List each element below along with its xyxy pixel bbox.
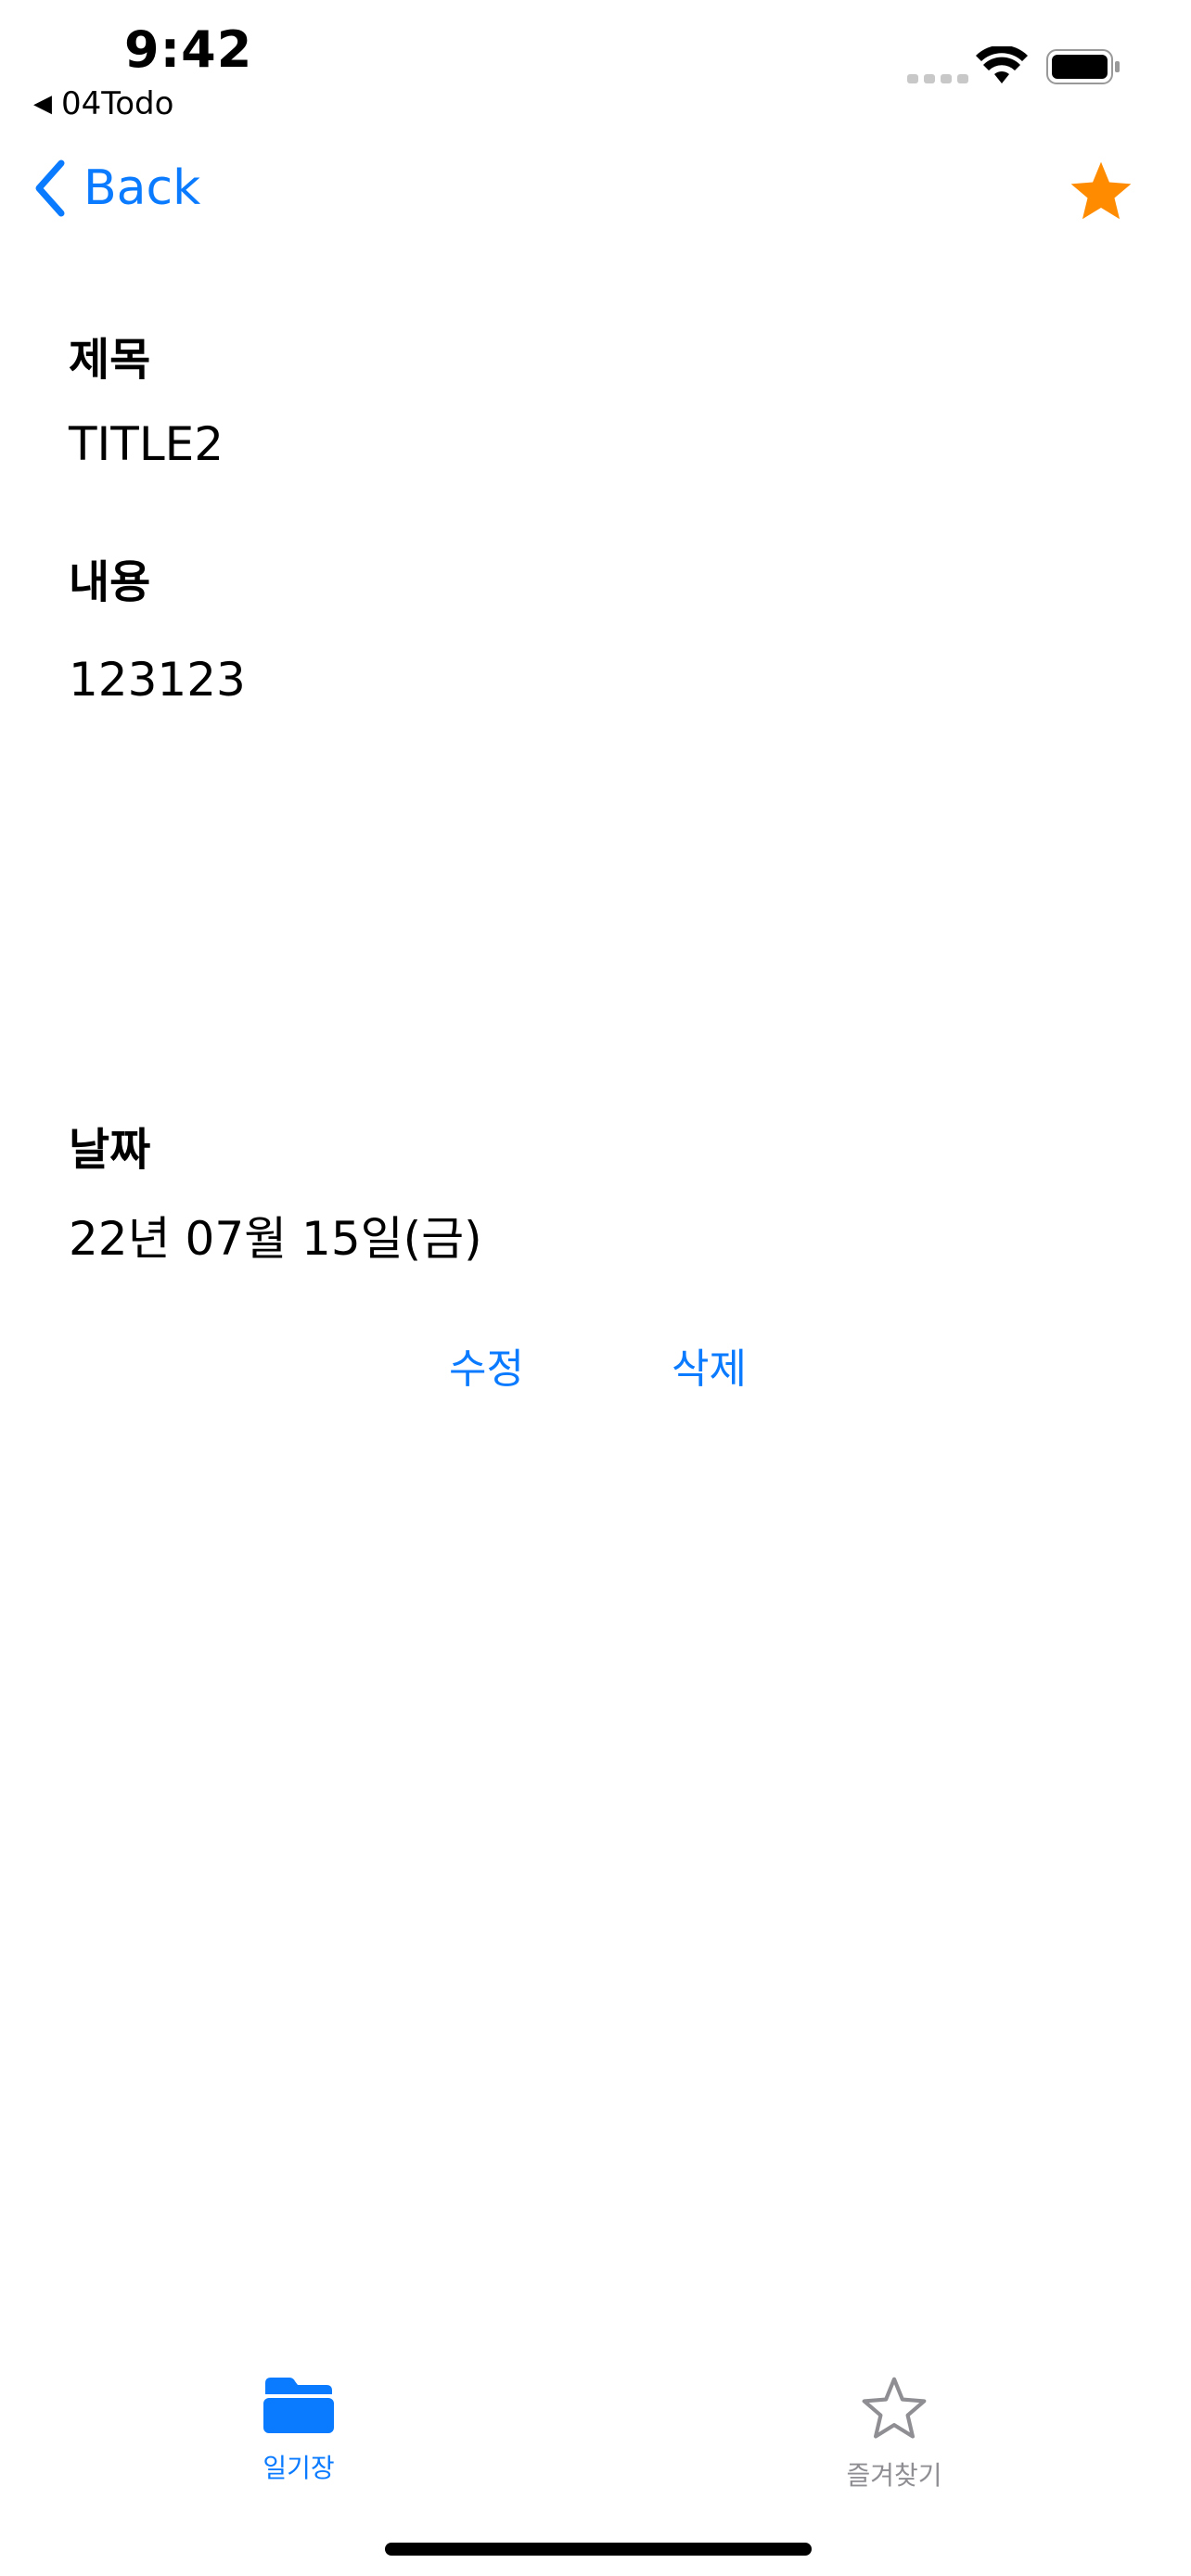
wifi-icon: [976, 46, 1028, 83]
content-label: 내용: [69, 556, 151, 608]
tab-diary[interactable]: 일기장: [178, 2374, 419, 2485]
folder-icon: [263, 2378, 334, 2433]
back-to-app-link[interactable]: ◀ 04Todo: [33, 85, 173, 122]
star-outline-icon: [862, 2377, 927, 2439]
status-time: 9:42: [124, 20, 253, 79]
back-to-app-label: 04Todo: [61, 85, 174, 122]
edit-button[interactable]: 수정: [449, 1335, 524, 1395]
title-label: 제목: [69, 334, 151, 386]
content-value: 123123: [69, 653, 246, 707]
tab-favorites[interactable]: 즐겨찾기: [774, 2374, 1015, 2493]
tab-favorites-label: 즐겨찾기: [846, 2460, 942, 2491]
date-label: 날짜: [69, 1124, 151, 1176]
battery-icon: [1046, 49, 1120, 84]
date-value: 22년 07월 15일(금): [69, 1212, 482, 1266]
delete-button[interactable]: 삭제: [672, 1335, 747, 1395]
title-value: TITLE2: [69, 417, 224, 471]
chevron-left-icon: [35, 159, 65, 217]
back-triangle-icon: ◀: [33, 90, 52, 118]
tab-diary-label: 일기장: [263, 2453, 335, 2483]
back-button-label: Back: [83, 160, 201, 216]
home-indicator[interactable]: [385, 2543, 812, 2556]
back-button[interactable]: Back: [33, 159, 200, 217]
cellular-signal-icon: [907, 74, 968, 83]
favorite-star-icon[interactable]: [1065, 158, 1137, 226]
